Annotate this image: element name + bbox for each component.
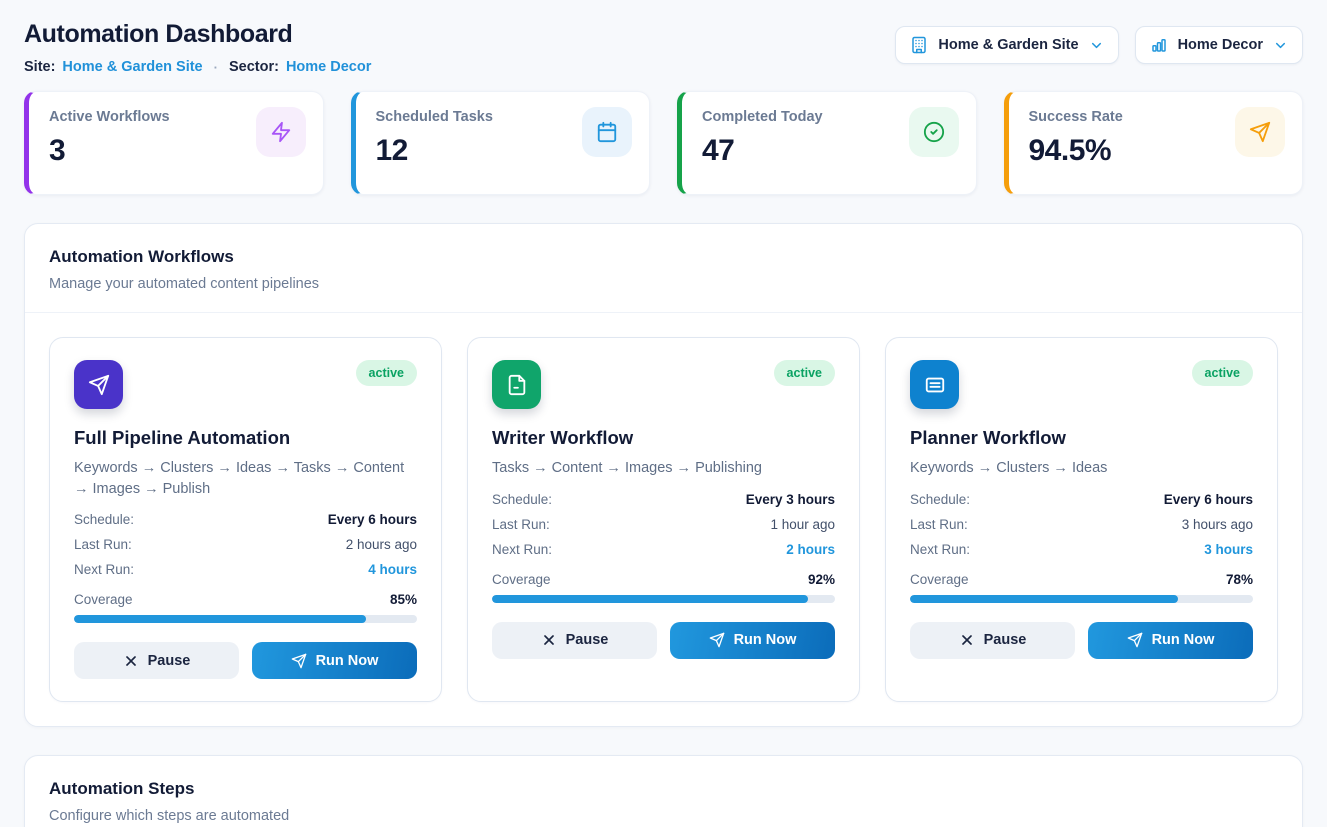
workflows-panel-title: Automation Workflows — [49, 247, 1278, 267]
calendar-icon — [582, 107, 632, 157]
chevron-down-icon — [1089, 38, 1104, 53]
x-icon — [959, 632, 975, 648]
next-run-value: 2 hours — [786, 542, 835, 557]
workflow-card-planner: active Planner Workflow Keywords → Clust… — [885, 337, 1278, 702]
coverage-row: Coverage 85% — [74, 592, 417, 607]
sector-link[interactable]: Home Decor — [286, 59, 371, 75]
last-run-value: 2 hours ago — [346, 537, 417, 552]
workflow-title: Full Pipeline Automation — [74, 427, 417, 449]
check-circle-icon — [909, 107, 959, 157]
next-run-row: Next Run: 4 hours — [74, 562, 417, 577]
next-run-row: Next Run: 3 hours — [910, 542, 1253, 557]
steps-panel-header: Automation Steps Configure which steps a… — [25, 756, 1302, 827]
coverage-progress-fill — [74, 615, 366, 623]
automation-workflows-panel: Automation Workflows Manage your automat… — [24, 223, 1303, 727]
workflows-panel-subtitle: Manage your automated content pipelines — [49, 276, 1278, 292]
site-link[interactable]: Home & Garden Site — [62, 59, 202, 75]
stat-card-scheduled-tasks: Scheduled Tasks 12 — [351, 91, 651, 195]
last-run-row: Last Run: 1 hour ago — [492, 517, 835, 532]
last-run-value: 1 hour ago — [770, 517, 835, 532]
site-selector-label: Home & Garden Site — [938, 37, 1078, 53]
header-actions: Home & Garden Site Home Decor — [895, 26, 1303, 64]
schedule-value: Every 6 hours — [1164, 492, 1253, 507]
chevron-down-icon — [1273, 38, 1288, 53]
coverage-progress-track — [74, 615, 417, 623]
automation-steps-panel: Automation Steps Configure which steps a… — [24, 755, 1303, 827]
workflow-description: Tasks → Content → Images → Publishing — [492, 458, 835, 479]
coverage-progress-fill — [910, 595, 1178, 603]
last-run-value: 3 hours ago — [1182, 517, 1253, 532]
schedule-row: Schedule: Every 6 hours — [910, 492, 1253, 507]
coverage-progress-track — [910, 595, 1253, 603]
next-run-value: 3 hours — [1204, 542, 1253, 557]
coverage-value: 78% — [1226, 572, 1253, 587]
steps-panel-subtitle: Configure which steps are automated — [49, 808, 1278, 824]
coverage-progress-track — [492, 595, 835, 603]
site-selector-dropdown[interactable]: Home & Garden Site — [895, 26, 1118, 64]
page-header: Automation Dashboard Site: Home & Garden… — [24, 20, 1303, 75]
lightning-icon — [256, 107, 306, 157]
dot-separator: · — [210, 60, 222, 75]
coverage-row: Coverage 78% — [910, 572, 1253, 587]
site-label: Site: — [24, 59, 55, 75]
coverage-value: 85% — [390, 592, 417, 607]
coverage-row: Coverage 92% — [492, 572, 835, 587]
last-run-row: Last Run: 2 hours ago — [74, 537, 417, 552]
x-icon — [541, 632, 557, 648]
pause-button[interactable]: Pause — [74, 642, 239, 679]
bar-chart-icon — [1150, 36, 1168, 54]
schedule-value: Every 6 hours — [328, 512, 417, 527]
send-icon — [1127, 632, 1143, 648]
workflow-title: Writer Workflow — [492, 427, 835, 449]
automation-dashboard-page: Automation Dashboard Site: Home & Garden… — [0, 0, 1327, 827]
send-icon — [74, 360, 123, 409]
steps-panel-title: Automation Steps — [49, 779, 1278, 799]
building-icon — [910, 36, 928, 54]
stats-row: Active Workflows 3 Scheduled Tasks 12 Co… — [24, 91, 1303, 195]
workflow-card-full-pipeline: active Full Pipeline Automation Keywords… — [49, 337, 442, 702]
status-badge: active — [1192, 360, 1253, 386]
coverage-progress-fill — [492, 595, 808, 603]
send-icon — [709, 632, 725, 648]
next-run-row: Next Run: 2 hours — [492, 542, 835, 557]
workflow-description: Keywords → Clusters → Ideas — [910, 458, 1253, 479]
stat-card-active-workflows: Active Workflows 3 — [24, 91, 324, 195]
pause-button[interactable]: Pause — [910, 622, 1075, 659]
header-left: Automation Dashboard Site: Home & Garden… — [24, 20, 371, 75]
workflow-title: Planner Workflow — [910, 427, 1253, 449]
run-now-button[interactable]: Run Now — [252, 642, 417, 679]
next-run-value: 4 hours — [368, 562, 417, 577]
last-run-row: Last Run: 3 hours ago — [910, 517, 1253, 532]
workflows-panel-header: Automation Workflows Manage your automat… — [25, 224, 1302, 313]
workflows-grid: active Full Pipeline Automation Keywords… — [25, 313, 1302, 726]
workflow-card-writer: active Writer Workflow Tasks → Content →… — [467, 337, 860, 702]
sector-selector-label: Home Decor — [1178, 37, 1263, 53]
schedule-row: Schedule: Every 6 hours — [74, 512, 417, 527]
sector-label: Sector: — [229, 59, 279, 75]
run-now-button[interactable]: Run Now — [670, 622, 835, 659]
send-icon — [1235, 107, 1285, 157]
schedule-value: Every 3 hours — [746, 492, 835, 507]
schedule-row: Schedule: Every 3 hours — [492, 492, 835, 507]
sector-selector-dropdown[interactable]: Home Decor — [1135, 26, 1303, 64]
document-icon — [492, 360, 541, 409]
x-icon — [123, 653, 139, 669]
stat-card-success-rate: Success Rate 94.5% — [1004, 91, 1304, 195]
stat-card-completed-today: Completed Today 47 — [677, 91, 977, 195]
list-icon — [910, 360, 959, 409]
send-icon — [291, 653, 307, 669]
pause-button[interactable]: Pause — [492, 622, 657, 659]
breadcrumb: Site: Home & Garden Site · Sector: Home … — [24, 59, 371, 75]
run-now-button[interactable]: Run Now — [1088, 622, 1253, 659]
status-badge: active — [774, 360, 835, 386]
coverage-value: 92% — [808, 572, 835, 587]
status-badge: active — [356, 360, 417, 386]
workflow-description: Keywords → Clusters → Ideas → Tasks → Co… — [74, 458, 417, 499]
page-title: Automation Dashboard — [24, 20, 371, 49]
